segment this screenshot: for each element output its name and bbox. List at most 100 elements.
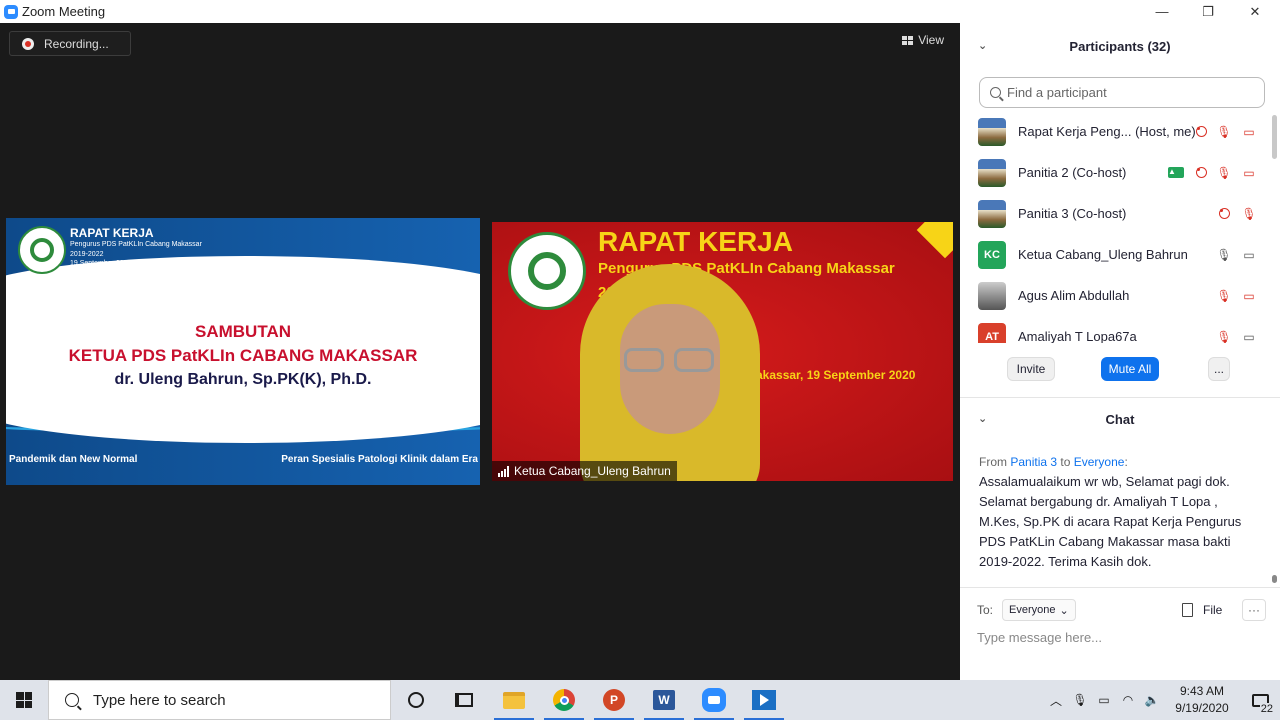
video-tile-slide[interactable]: RAPAT KERJA Pengurus PDS PatKLIn Cabang … <box>6 218 480 485</box>
mic-muted-icon[interactable]: 🎙 <box>1241 206 1257 222</box>
participant-row[interactable]: KC Ketua Cabang_Uleng Bahrun 🎙 ▭ <box>960 234 1268 275</box>
chat-more-button[interactable]: ··· <box>1242 599 1266 621</box>
invite-button[interactable]: Invite <box>1007 357 1055 381</box>
taskbar-search-box[interactable]: Type here to search <box>48 680 391 720</box>
banner-date: akassar, 19 September 2020 <box>756 368 916 382</box>
participant-scrollbar[interactable] <box>1271 111 1277 341</box>
wifi-icon[interactable]: ◠ <box>1116 680 1140 720</box>
chevron-down-icon: ⌄ <box>1059 604 1069 617</box>
chat-recipient-row: To: Everyone ⌄ File ··· <box>977 599 1272 621</box>
folder-icon <box>503 691 525 709</box>
file-icon <box>1182 603 1193 617</box>
window-titlebar: Zoom Meeting — ❐ ✕ <box>0 0 1280 23</box>
zoom-taskbar-button[interactable] <box>690 680 738 720</box>
action-center-button[interactable]: 22 <box>1240 680 1280 720</box>
mic-muted-icon[interactable]: 🎙 <box>1216 124 1232 140</box>
pds-patklin-logo <box>508 232 586 310</box>
collapse-chevron-icon[interactable]: ⌄ <box>978 414 988 425</box>
avatar <box>978 199 1006 228</box>
mic-muted-icon[interactable]: 🎙 <box>1216 165 1232 181</box>
chat-title: Chat <box>1105 411 1135 427</box>
video-camera-icon[interactable]: ▭ <box>1241 247 1257 263</box>
video-stage: Recording... View RAPAT KERJA Pengurus P… <box>0 23 960 680</box>
slide-line-speaker: dr. Uleng Bahrun, Sp.PK(K), Ph.D. <box>114 371 372 388</box>
video-camera-icon[interactable]: ▭ <box>1241 329 1257 344</box>
chat-scrollbar[interactable] <box>1271 441 1277 583</box>
participant-actions: Invite Mute All ... <box>960 357 1280 383</box>
restore-button[interactable]: ❐ <box>1185 0 1231 23</box>
video-tile-speaker[interactable]: RAPAT KERJA Pengurus PDS PatKLIn Cabang … <box>492 222 953 481</box>
collapse-chevron-icon[interactable]: ⌄ <box>978 41 988 52</box>
avatar <box>978 117 1006 146</box>
chat-sender[interactable]: Panitia 3 <box>1010 455 1057 469</box>
participant-name: Panitia 3 (Co-host) <box>1018 206 1127 221</box>
participant-name: Ketua Cabang_Uleng Bahrun <box>1018 247 1188 262</box>
participant-name-tag: Ketua Cabang_Uleng Bahrun <box>492 461 677 481</box>
chat-message-input[interactable]: Type message here... <box>977 630 1267 645</box>
recipient-select[interactable]: Everyone ⌄ <box>1002 599 1076 621</box>
system-tray: ︿ 🎙 ▭ ◠ 🔈 9:43 AM 9/19/2020 22 <box>1044 680 1280 720</box>
search-icon <box>990 87 1001 98</box>
participant-name: Panitia 2 (Co-host) <box>1018 165 1127 180</box>
avatar <box>978 281 1006 310</box>
chrome-button[interactable] <box>540 680 588 720</box>
mic-muted-icon[interactable]: 🎙 <box>1216 329 1232 344</box>
mute-all-button[interactable]: Mute All <box>1101 357 1159 381</box>
media-player-icon <box>752 690 776 710</box>
cortana-button[interactable] <box>392 680 440 720</box>
slide-footer-left: Pandemik dan New Normal <box>9 454 138 465</box>
close-button[interactable]: ✕ <box>1232 0 1278 23</box>
participant-row[interactable]: Rapat Kerja Peng... (Host, me) 🎙 ▭ <box>960 111 1268 152</box>
participant-name: Agus Alim Abdullah <box>1018 288 1130 303</box>
microphone-icon[interactable]: 🎙 <box>1068 680 1092 720</box>
recording-indicator[interactable]: Recording... <box>9 31 131 56</box>
taskbar-clock[interactable]: 9:43 AM 9/19/2020 <box>1164 683 1240 717</box>
chat-recipient[interactable]: Everyone <box>1074 455 1125 469</box>
slide-header-years: 2019-2022 <box>70 251 104 258</box>
slide-line-sambutan: SAMBUTAN <box>194 322 291 341</box>
participant-row[interactable]: Agus Alim Abdullah 🎙 ▭ <box>960 275 1268 316</box>
clock-date: 9/19/2020 <box>1175 701 1229 715</box>
pds-patklin-logo <box>18 226 66 274</box>
cortana-icon <box>408 692 424 708</box>
media-player-button[interactable] <box>740 680 788 720</box>
participant-list: Rapat Kerja Peng... (Host, me) 🎙 ▭ Panit… <box>960 111 1268 343</box>
word-button[interactable]: W <box>640 680 688 720</box>
chat-message: From Panitia 3 to Everyone: Assalamualai… <box>979 455 1244 572</box>
minimize-button[interactable]: — <box>1139 0 1185 23</box>
chrome-icon <box>553 689 575 711</box>
volume-icon[interactable]: 🔈 <box>1140 680 1164 720</box>
powerpoint-button[interactable]: P <box>590 680 638 720</box>
start-button[interactable] <box>0 680 48 720</box>
chevron-up-icon[interactable]: ︿ <box>1044 680 1068 720</box>
file-button[interactable]: File <box>1182 603 1222 617</box>
slide-line-ketua: KETUA PDS PatKLIn CABANG MAKASSAR <box>68 346 418 365</box>
slide-header-date: 19 September 2020 <box>70 260 132 267</box>
participants-header: ⌄ Participants (32) <box>960 23 1280 69</box>
recording-icon <box>1193 165 1209 181</box>
task-view-button[interactable] <box>440 680 488 720</box>
file-explorer-button[interactable] <box>490 680 538 720</box>
windows-logo-icon <box>16 692 32 708</box>
video-off-icon[interactable]: ▭ <box>1241 124 1257 140</box>
battery-icon[interactable]: ▭ <box>1092 680 1116 720</box>
avatar: AT <box>978 322 1006 343</box>
participant-row[interactable]: Panitia 3 (Co-host) 🎙 <box>960 193 1268 234</box>
recording-icon <box>1216 206 1232 222</box>
video-off-icon[interactable]: ▭ <box>1241 165 1257 181</box>
participant-row[interactable]: AT Amaliyah T Lopa67a 🎙 ▭ <box>960 316 1268 343</box>
view-button[interactable]: View <box>902 33 944 47</box>
video-off-icon[interactable]: ▭ <box>1241 288 1257 304</box>
chat-message-text: Assalamualaikum wr wb, Selamat pagi dok.… <box>979 474 1242 569</box>
participants-more-button[interactable]: ... <box>1208 357 1230 381</box>
notification-count: 22 <box>1259 703 1274 715</box>
recording-label: Recording... <box>44 36 109 51</box>
slide-footer-right: Peran Spesialis Patologi Klinik dalam Er… <box>281 454 478 465</box>
participant-search-input[interactable]: Find a participant <box>979 77 1265 108</box>
to-label: To: <box>977 603 994 617</box>
participant-name: Amaliyah T Lopa67a <box>1018 329 1137 343</box>
mic-muted-icon[interactable]: 🎙 <box>1216 288 1232 304</box>
mic-icon[interactable]: 🎙 <box>1216 247 1232 263</box>
participant-row[interactable]: Panitia 2 (Co-host) ▲ 🎙 ▭ <box>960 152 1268 193</box>
taskbar-search-placeholder: Type here to search <box>93 691 226 709</box>
